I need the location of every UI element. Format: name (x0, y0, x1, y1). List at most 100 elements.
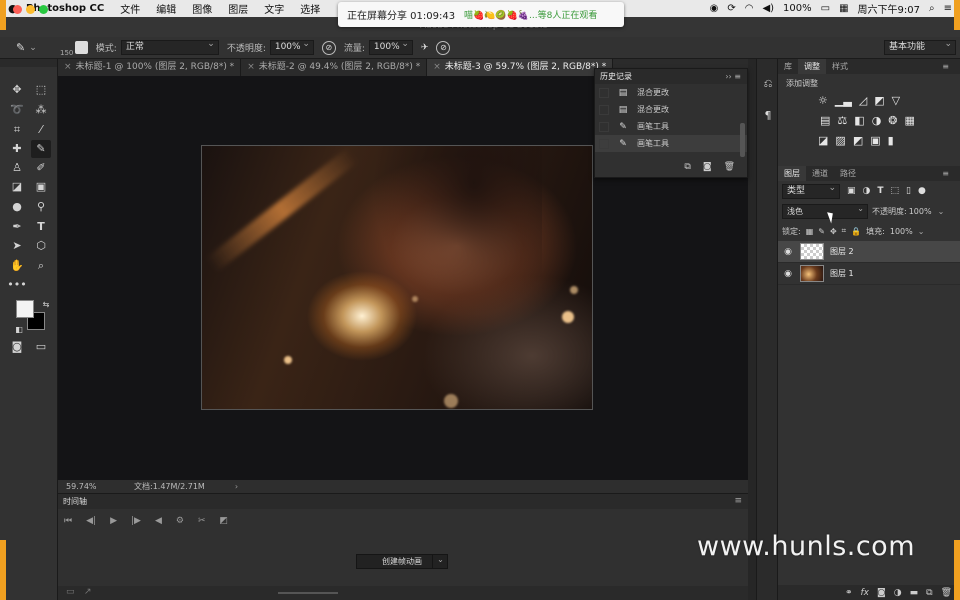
input-flag-icon[interactable]: ▦ (839, 3, 848, 14)
tools-panel-header[interactable] (0, 59, 57, 67)
new-group-folder-icon[interactable]: ▬ (910, 588, 919, 598)
blur-tool-icon[interactable]: ● (7, 198, 27, 216)
tab-styles[interactable]: 样式 (826, 59, 854, 74)
lock-position-icon[interactable]: ✥ (830, 227, 837, 236)
layers-menu-icon[interactable]: ≡ (936, 166, 955, 181)
flow-field[interactable]: 100% (368, 38, 413, 55)
history-item[interactable]: ▤ 混合更改 (595, 101, 747, 118)
new-adjustment-layer-icon[interactable]: ◑ (894, 588, 902, 598)
layer-thumbnail[interactable] (800, 265, 824, 282)
play-icon[interactable]: ▶ (110, 516, 117, 526)
split-scissors-icon[interactable]: ✂ (198, 516, 206, 526)
color-balance-icon[interactable]: ⚖ (837, 114, 847, 127)
gradient-map-icon[interactable]: ▮ (888, 134, 894, 147)
tab-layers[interactable]: 图层 (778, 166, 806, 181)
invert-icon[interactable]: ◪ (818, 134, 828, 147)
timeline-arrow-icon[interactable]: ↗ (84, 587, 92, 597)
tab-adjustments[interactable]: 调整 (798, 59, 826, 74)
next-frame-icon[interactable]: |▶ (131, 516, 141, 526)
menu-app-name[interactable]: Photoshop CC (22, 3, 112, 14)
quick-mask-icon[interactable]: ◙ (7, 338, 27, 356)
hand-tool-icon[interactable]: ✋ (7, 257, 27, 275)
foreground-color-swatch-top[interactable] (16, 300, 34, 318)
menu-select[interactable]: 选择 (292, 1, 328, 16)
brush-preset-icon[interactable]: ✎ (16, 41, 25, 54)
layer-row-selected[interactable]: ◉ 图层 2 (778, 241, 960, 263)
channel-mixer-icon[interactable]: ❂ (888, 114, 897, 127)
photo-filter-icon[interactable]: ◑ (872, 114, 882, 127)
menubar-clock[interactable]: 周六下午9:07 (858, 1, 920, 16)
opacity-field[interactable]: 100% (269, 38, 314, 55)
visibility-eye-icon[interactable]: ◉ (778, 269, 798, 279)
fill-value[interactable]: 100% (890, 227, 913, 236)
zoom-tool-icon[interactable]: ⌕ (31, 257, 51, 275)
history-snapshot-checkbox[interactable] (599, 104, 609, 115)
spotlight-icon[interactable]: ⌕ (929, 3, 935, 14)
window-close-button[interactable] (13, 5, 22, 14)
brush-preset-dropdown-icon[interactable]: ⌄ (29, 43, 37, 53)
timeline-zoom-slider[interactable] (278, 592, 338, 594)
paragraph-panel-icon[interactable]: ¶ (757, 109, 779, 122)
selective-color-icon[interactable]: ▣ (870, 134, 880, 147)
filter-smart-object-icon[interactable]: ▯ (906, 186, 911, 196)
tray-app-icon[interactable]: ◉ (710, 3, 719, 14)
menu-image[interactable]: 图像 (184, 1, 220, 16)
lock-transparent-icon[interactable]: ▦ (806, 227, 814, 236)
layer-name[interactable]: 图层 1 (830, 268, 854, 279)
window-minimize-button[interactable] (26, 5, 35, 14)
snapshot-camera-icon[interactable]: ◙ (703, 162, 712, 172)
status-menu-arrow-icon[interactable]: › (235, 482, 238, 491)
timeline-menu-icon[interactable]: ≡ (734, 496, 742, 506)
quick-select-tool-icon[interactable]: ⁂ (31, 101, 51, 119)
history-panel-header[interactable]: 历史记录 ›› ≡ (595, 69, 747, 84)
history-collapse-icon[interactable]: ›› ≡ (725, 69, 741, 84)
battery-icon[interactable]: ▭ (821, 3, 830, 14)
layer-opacity-chevron-icon[interactable]: ⌄ (938, 207, 945, 216)
workspace-select[interactable]: 基本功能 (884, 38, 956, 55)
previous-frame-icon[interactable]: ◀| (86, 516, 96, 526)
settings-gear-icon[interactable]: ⚙ (176, 516, 184, 526)
new-layer-icon[interactable]: ⧉ (926, 588, 932, 598)
more-tools-icon[interactable]: ••• (7, 276, 27, 294)
tab-document-2[interactable]: × 未标题-2 @ 49.4% (图层 2, RGB/8*) * (241, 59, 428, 76)
lock-pixels-icon[interactable]: ✎ (818, 227, 825, 236)
timeline-convert-icon[interactable]: ▭ (66, 587, 75, 597)
link-layers-icon[interactable]: ⚭ (845, 588, 853, 598)
audio-icon[interactable]: ◀ (155, 516, 162, 526)
move-tool-icon[interactable]: ✥ (7, 81, 27, 99)
history-item-selected[interactable]: ✎ 画笔工具 (595, 135, 747, 152)
document-image[interactable] (201, 145, 593, 410)
path-select-tool-icon[interactable]: ➤ (7, 237, 27, 255)
size-pressure-icon[interactable]: ⊘ (436, 40, 451, 55)
tab-document-1[interactable]: × 未标题-1 @ 100% (图层 2, RGB/8*) * (58, 59, 242, 76)
brush-panel-toggle-icon[interactable] (74, 41, 88, 54)
clone-stamp-tool-icon[interactable]: ♙ (7, 159, 27, 177)
create-dropdown-chevron-icon[interactable]: ⌄ (432, 554, 448, 569)
history-item[interactable]: ✎ 画笔工具 (595, 118, 747, 135)
layer-name[interactable]: 图层 2 (830, 246, 854, 257)
hue-saturation-icon[interactable]: ▤ (820, 114, 830, 127)
history-scrollbar[interactable] (740, 123, 745, 157)
tab-close-icon[interactable]: × (247, 62, 255, 72)
threshold-icon[interactable]: ◩ (853, 134, 863, 147)
history-snapshot-checkbox[interactable] (599, 87, 609, 98)
eyedropper-tool-icon[interactable]: ⁄ (31, 121, 51, 139)
exposure-icon[interactable]: ◩ (874, 94, 884, 107)
layer-row[interactable]: ◉ 图层 1 (778, 263, 960, 285)
adjustments-menu-icon[interactable]: ≡ (936, 59, 955, 74)
filter-shape-icon[interactable]: ⬚ (891, 186, 900, 196)
history-item[interactable]: ▤ 混合更改 (595, 84, 747, 101)
shape-tool-icon[interactable]: ⬡ (31, 237, 51, 255)
gradient-tool-icon[interactable]: ▣ (31, 178, 51, 196)
layer-thumbnail[interactable] (800, 243, 824, 260)
filter-type-icon[interactable]: T (877, 186, 883, 196)
black-white-icon[interactable]: ◧ (854, 114, 864, 127)
levels-icon[interactable]: ▁▃ (835, 94, 852, 107)
delete-layer-trash-icon[interactable]: 🗑 (941, 588, 952, 598)
window-zoom-button[interactable] (39, 5, 48, 14)
transition-icon[interactable]: ◩ (220, 516, 229, 526)
dodge-tool-icon[interactable]: ⚲ (31, 198, 51, 216)
volume-icon[interactable]: ◀) (762, 3, 774, 14)
lasso-tool-icon[interactable]: ➰ (7, 101, 27, 119)
layer-style-fx-icon[interactable]: fx (861, 588, 870, 598)
